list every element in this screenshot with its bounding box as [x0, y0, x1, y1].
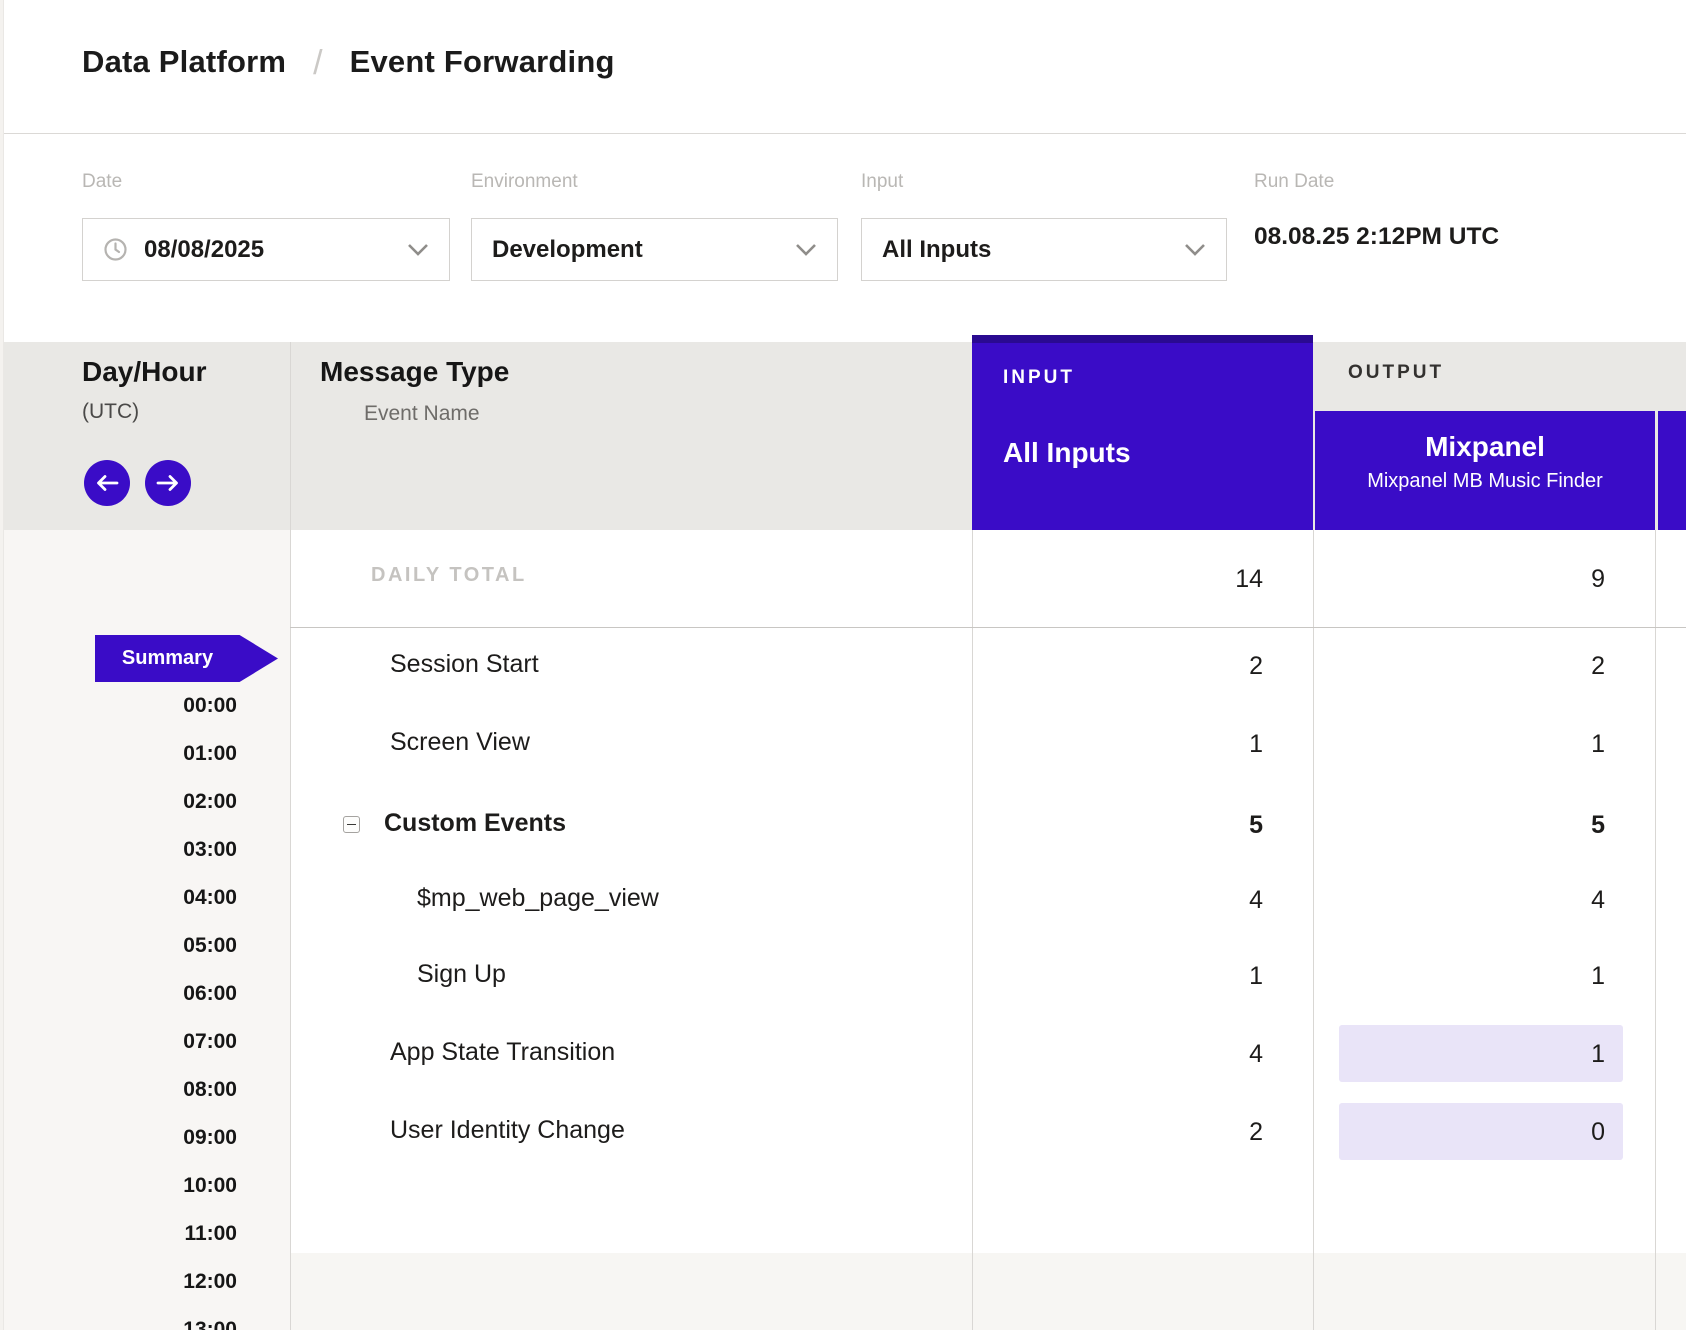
- input-header-label: INPUT: [1003, 367, 1075, 389]
- daily-total-label: DAILY TOTAL: [371, 564, 527, 587]
- hour-cell-02[interactable]: 02:00: [0, 790, 237, 814]
- output-value-custom-events: 5: [1591, 811, 1605, 840]
- chevron-down-icon: [1184, 243, 1206, 256]
- next-day-button[interactable]: [145, 460, 191, 506]
- hour-cell-10[interactable]: 10:00: [0, 1174, 237, 1198]
- hour-cell-01[interactable]: 01:00: [0, 742, 237, 766]
- environment-label: Environment: [471, 171, 578, 193]
- window-edge: [0, 0, 4, 1330]
- output-value-session-start: 2: [1591, 652, 1605, 681]
- date-label: Date: [82, 171, 122, 193]
- message-type-title: Message Type: [320, 356, 509, 388]
- input-column-name: All Inputs: [1003, 437, 1131, 469]
- input-label: Input: [861, 171, 903, 193]
- hour-cell-12[interactable]: 12:00: [0, 1270, 237, 1294]
- next-output-column-partial[interactable]: [1658, 411, 1686, 530]
- day-hour-title: Day/Hour: [82, 356, 206, 388]
- filter-bar: Date Environment Input Run Date 08/08/20…: [0, 135, 1686, 342]
- hour-cell-13[interactable]: 13:00: [0, 1318, 237, 1330]
- row-label-session-start: Session Start: [390, 650, 539, 679]
- input-column-accent-strip: [972, 335, 1313, 343]
- divider: [290, 342, 291, 1330]
- output-column-name: Mixpanel: [1315, 431, 1655, 463]
- event-name-subtitle: Event Name: [364, 402, 480, 426]
- page-title: Event Forwarding: [350, 44, 615, 80]
- row-label-sign-up: Sign Up: [417, 960, 506, 989]
- input-value-custom-events: 5: [1249, 811, 1263, 840]
- row-label-custom-events: Custom Events: [384, 809, 566, 838]
- chevron-down-icon: [407, 243, 429, 256]
- input-value-mp-web-page-view: 4: [1249, 886, 1263, 915]
- collapse-minus-icon[interactable]: [343, 816, 360, 833]
- divider: [1313, 530, 1314, 1330]
- breadcrumb-separator: /: [313, 44, 322, 83]
- output-value-app-state-transition: 1: [1591, 1040, 1605, 1069]
- output-value-screen-view: 1: [1591, 730, 1605, 759]
- input-value: All Inputs: [882, 236, 991, 264]
- input-value-screen-view: 1: [1249, 730, 1263, 759]
- date-dropdown[interactable]: 08/08/2025: [82, 218, 450, 281]
- input-dropdown[interactable]: All Inputs: [861, 218, 1227, 281]
- input-column-header[interactable]: INPUT All Inputs: [972, 335, 1313, 530]
- highlighted-cell-app-state-transition: [1339, 1025, 1623, 1082]
- row-label-screen-view: Screen View: [390, 728, 530, 757]
- breadcrumb: Data Platform / Event Forwarding: [82, 42, 615, 81]
- hour-cell-03[interactable]: 03:00: [0, 838, 237, 862]
- hour-cell-05[interactable]: 05:00: [0, 934, 237, 958]
- clock-icon: [103, 237, 128, 262]
- row-label-mp-web-page-view: $mp_web_page_view: [417, 884, 659, 913]
- summary-tab[interactable]: Summary: [95, 635, 278, 682]
- daily-total-output-value: 9: [1591, 565, 1605, 594]
- day-hour-subtitle: (UTC): [82, 400, 139, 424]
- breadcrumb-bar: Data Platform / Event Forwarding: [0, 0, 1686, 134]
- grid-footer-area: [290, 1253, 1686, 1330]
- event-forwarding-page: Data Platform / Event Forwarding Date En…: [0, 0, 1686, 1330]
- hour-cell-06[interactable]: 06:00: [0, 982, 237, 1006]
- output-column-header-mixpanel[interactable]: Mixpanel Mixpanel MB Music Finder: [1315, 411, 1655, 530]
- hour-cell-11[interactable]: 11:00: [0, 1222, 237, 1246]
- hour-cell-08[interactable]: 08:00: [0, 1078, 237, 1102]
- output-value-user-identity-change: 0: [1591, 1118, 1605, 1147]
- output-value-sign-up: 1: [1591, 962, 1605, 991]
- divider: [1655, 530, 1656, 1330]
- run-date-label: Run Date: [1254, 171, 1334, 193]
- hour-cell-04[interactable]: 04:00: [0, 886, 237, 910]
- output-column-subname: Mixpanel MB Music Finder: [1315, 470, 1655, 493]
- environment-dropdown[interactable]: Development: [471, 218, 838, 281]
- row-label-app-state-transition: App State Transition: [390, 1038, 615, 1067]
- divider: [290, 627, 1686, 628]
- hour-cell-07[interactable]: 07:00: [0, 1030, 237, 1054]
- hour-cell-09[interactable]: 09:00: [0, 1126, 237, 1150]
- chevron-down-icon: [795, 243, 817, 256]
- divider: [972, 530, 973, 1330]
- previous-day-button[interactable]: [84, 460, 130, 506]
- daily-total-input-value: 14: [1235, 565, 1263, 594]
- input-value-app-state-transition: 4: [1249, 1040, 1263, 1069]
- output-header-label: OUTPUT: [1348, 362, 1444, 384]
- hour-cell-00[interactable]: 00:00: [0, 694, 237, 718]
- breadcrumb-section[interactable]: Data Platform: [82, 44, 286, 80]
- input-value-session-start: 2: [1249, 652, 1263, 681]
- highlighted-cell-user-identity-change: [1339, 1103, 1623, 1160]
- run-date-value: 08.08.25 2:12PM UTC: [1254, 223, 1499, 251]
- output-value-mp-web-page-view: 4: [1591, 886, 1605, 915]
- date-value: 08/08/2025: [144, 236, 264, 264]
- input-value-sign-up: 1: [1249, 962, 1263, 991]
- input-value-user-identity-change: 2: [1249, 1118, 1263, 1147]
- row-label-user-identity-change: User Identity Change: [390, 1116, 625, 1145]
- environment-value: Development: [492, 236, 643, 264]
